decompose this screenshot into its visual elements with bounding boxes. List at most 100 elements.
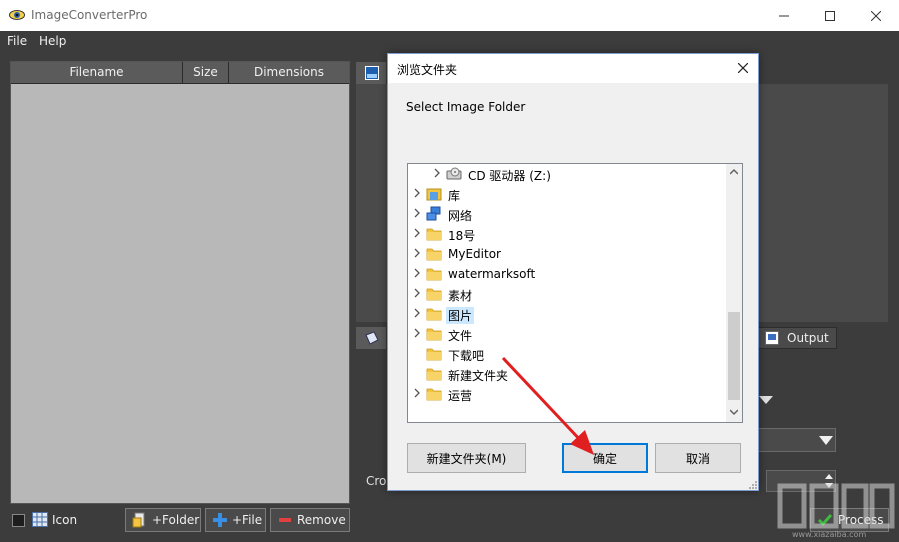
expand-arrow-icon[interactable] xyxy=(412,187,422,199)
folder-icon xyxy=(426,328,442,341)
settings-tab[interactable] xyxy=(356,327,386,349)
network-icon xyxy=(426,206,441,221)
folder-icon xyxy=(426,388,442,401)
tree-item-label: 18号 xyxy=(448,229,476,243)
tree-item-label: 素材 xyxy=(448,289,473,303)
minimize-button[interactable] xyxy=(761,0,807,31)
tree-item-label: 新建文件夹 xyxy=(448,369,509,383)
folder-icon xyxy=(426,248,442,261)
remove-label: Remove xyxy=(297,513,346,527)
resize-grip-icon[interactable] xyxy=(748,480,758,490)
column-filename[interactable]: Filename xyxy=(11,62,183,84)
scroll-up-icon[interactable] xyxy=(730,168,738,176)
add-folder-label: +Folder xyxy=(152,513,200,527)
add-file-label: +File xyxy=(232,513,263,527)
ok-button[interactable]: 确定 xyxy=(562,443,648,473)
settings-tab-icon xyxy=(365,331,379,345)
collapse-arrow-icon[interactable] xyxy=(759,396,773,406)
window-title: ImageConverterPro xyxy=(31,8,148,22)
watermark-text: www.xiazaiba.com xyxy=(792,530,867,539)
tree-item-label: CD 驱动器 (Z:) xyxy=(468,169,551,183)
expand-arrow-icon[interactable] xyxy=(412,287,422,299)
minus-icon xyxy=(279,518,291,522)
cd-drive-icon xyxy=(446,167,462,180)
cancel-button[interactable]: 取消 xyxy=(655,443,741,473)
tree-item[interactable]: 文件 xyxy=(408,324,726,344)
menu-bar: File Help xyxy=(0,31,899,51)
output-tab-label: Output xyxy=(787,331,829,345)
new-folder-button[interactable]: 新建文件夹(M) xyxy=(407,443,526,473)
expand-arrow-icon[interactable] xyxy=(412,207,422,219)
tree-item[interactable]: 新建文件夹 xyxy=(408,364,726,384)
tree-scrollbar[interactable] xyxy=(726,164,742,422)
expand-arrow-icon[interactable] xyxy=(432,167,442,179)
tree-item[interactable]: 下载吧 xyxy=(408,344,726,364)
tree-item-label: 库 xyxy=(448,189,461,203)
expand-arrow-icon[interactable] xyxy=(412,307,422,319)
maximize-button[interactable] xyxy=(807,0,853,31)
tree-item[interactable]: watermarksoft xyxy=(408,264,726,284)
dialog-prompt: Select Image Folder xyxy=(406,100,526,114)
preview-tab[interactable] xyxy=(356,62,386,84)
close-icon xyxy=(738,63,748,73)
plus-icon xyxy=(213,513,227,527)
close-icon xyxy=(871,10,881,21)
tree-item-label: MyEditor xyxy=(448,247,501,261)
tree-item-label: watermarksoft xyxy=(448,267,536,281)
add-file-button[interactable]: +File xyxy=(205,508,266,532)
output-tab[interactable]: Output xyxy=(758,327,837,349)
tree-item-label: 下载吧 xyxy=(448,349,485,363)
file-list-header: Filename Size Dimensions xyxy=(11,62,349,84)
format-dropdown[interactable] xyxy=(758,428,836,452)
tree-item-label: 文件 xyxy=(448,329,473,343)
tree-item[interactable]: MyEditor xyxy=(408,244,726,264)
expand-arrow-icon[interactable] xyxy=(412,327,422,339)
expand-arrow-icon[interactable] xyxy=(412,247,422,259)
menu-help[interactable]: Help xyxy=(39,34,66,48)
tree-item[interactable]: 素材 xyxy=(408,284,726,304)
tree-item-label: 运营 xyxy=(448,389,473,403)
tree-item[interactable]: CD 驱动器 (Z:) xyxy=(408,164,726,184)
folder-icon xyxy=(426,368,442,381)
column-size[interactable]: Size xyxy=(183,62,229,84)
expand-arrow-icon[interactable] xyxy=(412,387,422,399)
close-button[interactable] xyxy=(853,0,899,31)
icon-checkbox[interactable] xyxy=(12,514,25,527)
tree-item[interactable]: 库 xyxy=(408,184,726,204)
expand-arrow-icon[interactable] xyxy=(412,267,422,279)
dialog-close-button[interactable] xyxy=(728,56,758,80)
folder-icon xyxy=(426,308,442,321)
tree-item[interactable]: 图片 xyxy=(408,304,726,324)
menu-file[interactable]: File xyxy=(7,34,27,48)
scroll-down-icon[interactable] xyxy=(730,408,738,416)
icon-label: Icon xyxy=(52,513,78,527)
remove-button[interactable]: Remove xyxy=(270,508,350,532)
column-dimensions[interactable]: Dimensions xyxy=(229,62,349,84)
folder-tree[interactable]: CD 驱动器 (Z:) 库网络 18号 MyEditor watermarksoft 素材… xyxy=(407,163,743,423)
folder-icon xyxy=(426,268,442,281)
image-tab-icon xyxy=(365,66,379,80)
tree-item[interactable]: 18号 xyxy=(408,224,726,244)
tree-item-label: 图片 xyxy=(446,307,475,324)
grid-icon xyxy=(32,512,48,527)
title-bar: ImageConverterPro xyxy=(0,0,899,31)
scroll-thumb[interactable] xyxy=(728,312,740,400)
tree-item[interactable]: 网络 xyxy=(408,204,726,224)
file-list[interactable]: Filename Size Dimensions xyxy=(10,61,350,504)
tree-item-label: 网络 xyxy=(448,209,473,223)
folder-icon xyxy=(426,348,442,361)
app-eye-icon xyxy=(9,10,25,20)
folder-icon xyxy=(426,228,442,241)
chevron-down-icon xyxy=(819,436,833,445)
library-icon xyxy=(426,188,442,201)
folder-add-icon xyxy=(132,512,145,528)
expand-arrow-icon[interactable] xyxy=(412,227,422,239)
browse-folder-dialog: 浏览文件夹 Select Image Folder CD 驱动器 (Z:) 库网络… xyxy=(387,53,759,491)
add-folder-button[interactable]: +Folder xyxy=(125,508,201,532)
dialog-title-bar: 浏览文件夹 xyxy=(388,54,758,83)
maximize-icon xyxy=(825,10,835,21)
folder-icon xyxy=(426,288,442,301)
minimize-icon xyxy=(779,15,789,16)
output-icon xyxy=(765,331,779,345)
tree-item[interactable]: 运营 xyxy=(408,384,726,404)
